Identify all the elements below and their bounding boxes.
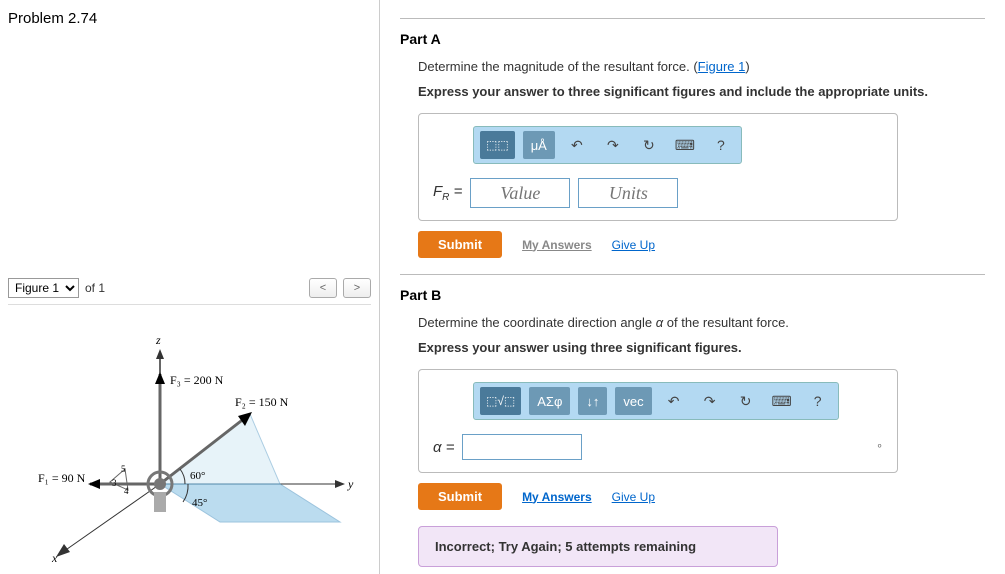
part-b-my-answers-link[interactable]: My Answers [522, 490, 592, 504]
reset-icon[interactable]: ↻ [732, 387, 760, 415]
figure-select[interactable]: Figure 1 [8, 278, 79, 298]
part-a-question: Determine the magnitude of the resultant… [418, 59, 985, 74]
part-a-give-up-link[interactable]: Give Up [612, 238, 655, 252]
redo-icon[interactable]: ↷ [696, 387, 724, 415]
f3-label: F₃ = 200 N [170, 373, 224, 387]
keyboard-icon[interactable]: ⌨ [671, 131, 699, 159]
part-a-my-answers-link[interactable]: My Answers [522, 238, 592, 252]
units-input[interactable] [578, 178, 678, 208]
part-b-submit-button[interactable]: Submit [418, 483, 502, 510]
angle-60-label: 60° [190, 470, 205, 482]
alpha-label: α = [433, 439, 454, 456]
help-icon[interactable]: ? [804, 387, 832, 415]
angle-45-label: 45° [192, 497, 207, 509]
figure-count-label: of 1 [85, 281, 105, 295]
figure-next-button[interactable]: > [343, 278, 371, 298]
part-a-toolbar: ⬚⬚ μÅ ↶ ↷ ↻ ⌨ ? [473, 126, 742, 164]
units-picker-button[interactable]: μÅ [523, 131, 555, 159]
f1-label: F₁ = 90 N [38, 471, 86, 485]
part-b-instruction: Express your answer using three signific… [418, 340, 985, 355]
ratio-3-label: 3 [112, 478, 117, 488]
problem-title: Problem 2.74 [8, 10, 371, 27]
templates-icon[interactable]: ⬚⬚ [480, 131, 515, 159]
part-a-instruction: Express your answer to three significant… [418, 84, 985, 99]
undo-icon[interactable]: ↶ [563, 131, 591, 159]
figure-diagram: z y x F₃ = 200 N F₂ = 150 N [8, 304, 371, 564]
alpha-input[interactable] [462, 434, 582, 460]
keyboard-icon[interactable]: ⌨ [768, 387, 796, 415]
reset-icon[interactable]: ↻ [635, 131, 663, 159]
fr-label: FR = [433, 183, 462, 203]
degree-symbol: ∘ [876, 439, 883, 452]
y-axis-label: y [347, 477, 354, 491]
part-b-question: Determine the coordinate direction angle… [418, 315, 985, 330]
x-axis-label: x [51, 551, 58, 564]
redo-icon[interactable]: ↷ [599, 131, 627, 159]
f2-label: F₂ = 150 N [235, 395, 289, 409]
feedback-message: Incorrect; Try Again; 5 attempts remaini… [418, 526, 778, 567]
figure-prev-button[interactable]: < [309, 278, 337, 298]
part-a-heading: Part A [400, 31, 985, 47]
part-b-heading: Part B [400, 287, 985, 303]
z-axis-label: z [155, 333, 161, 347]
part-b-toolbar: ⬚√⬚ ΑΣφ ↓↑ vec ↶ ↷ ↻ ⌨ ? [473, 382, 839, 420]
undo-icon[interactable]: ↶ [660, 387, 688, 415]
vec-button[interactable]: vec [615, 387, 651, 415]
figure-nav-bar: Figure 1 of 1 < > [8, 278, 371, 298]
subscript-button[interactable]: ↓↑ [578, 387, 607, 415]
ratio-4-label: 4 [124, 486, 129, 496]
greek-button[interactable]: ΑΣφ [529, 387, 570, 415]
part-b-give-up-link[interactable]: Give Up [612, 490, 655, 504]
templates-icon[interactable]: ⬚√⬚ [480, 387, 521, 415]
help-icon[interactable]: ? [707, 131, 735, 159]
figure-1-link[interactable]: Figure 1 [698, 59, 746, 74]
value-input[interactable] [470, 178, 570, 208]
part-a-submit-button[interactable]: Submit [418, 231, 502, 258]
part-a-answer-box: ⬚⬚ μÅ ↶ ↷ ↻ ⌨ ? FR = [418, 113, 898, 221]
ratio-5-label: 5 [121, 464, 126, 474]
part-b-answer-box: ⬚√⬚ ΑΣφ ↓↑ vec ↶ ↷ ↻ ⌨ ? α = ∘ [418, 369, 898, 473]
